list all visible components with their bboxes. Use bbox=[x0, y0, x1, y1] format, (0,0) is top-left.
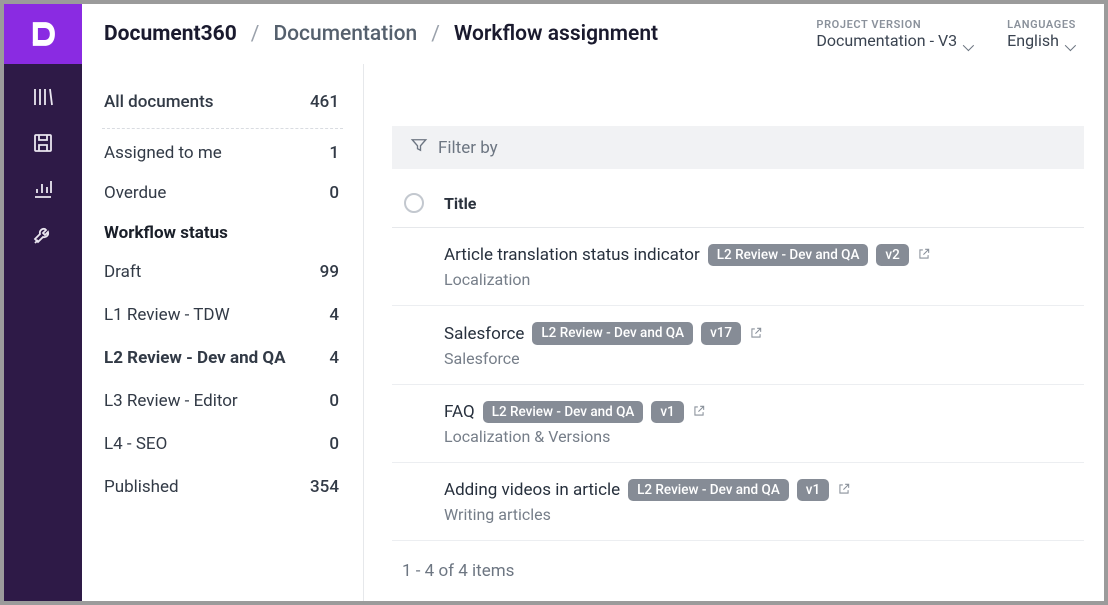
column-title: Title bbox=[444, 194, 476, 213]
status-badge: L2 Review - Dev and QA bbox=[483, 401, 644, 423]
project-version-value: Documentation - V3 bbox=[816, 31, 957, 50]
sidebar-status-l2-review[interactable]: L2 Review - Dev and QA 4 bbox=[82, 337, 363, 380]
sidebar-status-l1-review[interactable]: L1 Review - TDW 4 bbox=[82, 294, 363, 337]
filter-icon bbox=[410, 136, 428, 159]
language-label: LANGUAGES bbox=[1007, 18, 1076, 31]
breadcrumb-project[interactable]: Document360 bbox=[104, 22, 237, 46]
table-row[interactable]: Adding videos in article L2 Review - Dev… bbox=[392, 463, 1084, 541]
sidebar-item-label: Assigned to me bbox=[104, 143, 222, 163]
sidebar-item-count: 354 bbox=[310, 477, 339, 497]
table-header: Title bbox=[392, 169, 1084, 228]
external-link-icon[interactable] bbox=[837, 482, 853, 498]
sidebar-status-draft[interactable]: Draft 99 bbox=[82, 251, 363, 294]
row-title: Adding videos in article bbox=[444, 480, 620, 500]
language-selector[interactable]: LANGUAGES English bbox=[1007, 18, 1076, 50]
sidebar-item-count: 0 bbox=[329, 183, 339, 203]
version-badge: v2 bbox=[876, 244, 908, 266]
status-badge: L2 Review - Dev and QA bbox=[708, 244, 869, 266]
sidebar-divider bbox=[102, 128, 343, 129]
sidebar-item-label: L3 Review - Editor bbox=[104, 390, 238, 413]
filter-bar[interactable]: Filter by bbox=[392, 126, 1084, 169]
table-row[interactable]: FAQ L2 Review - Dev and QA v1 Localizati… bbox=[392, 385, 1084, 463]
sidebar-section-heading: Workflow status bbox=[82, 213, 363, 251]
side-panel: All documents 461 Assigned to me 1 Overd… bbox=[82, 64, 364, 601]
breadcrumb-separator: / bbox=[251, 22, 260, 46]
row-title: Article translation status indicator bbox=[444, 245, 700, 265]
sidebar-item-count: 0 bbox=[329, 391, 339, 411]
row-category: Localization bbox=[444, 270, 1074, 289]
sidebar-status-l3-review[interactable]: L3 Review - Editor 0 bbox=[82, 380, 363, 423]
sidebar-status-published[interactable]: Published 354 bbox=[82, 466, 363, 509]
analytics-icon[interactable] bbox=[4, 166, 82, 212]
project-version-selector[interactable]: PROJECT VERSION Documentation - V3 bbox=[816, 18, 973, 50]
sidebar-item-count: 1 bbox=[329, 143, 339, 163]
external-link-icon[interactable] bbox=[917, 247, 933, 263]
table-row[interactable]: Salesforce L2 Review - Dev and QA v17 Sa… bbox=[392, 306, 1084, 384]
row-category: Writing articles bbox=[444, 505, 1074, 524]
save-icon[interactable] bbox=[4, 120, 82, 166]
status-badge: L2 Review - Dev and QA bbox=[628, 479, 789, 501]
version-badge: v17 bbox=[701, 322, 741, 344]
table-row[interactable]: Article translation status indicator L2 … bbox=[392, 228, 1084, 306]
breadcrumb-separator: / bbox=[431, 22, 440, 46]
main-panel: Filter by Title Article translation stat… bbox=[364, 64, 1104, 601]
sidebar-item-all-documents[interactable]: All documents 461 bbox=[82, 82, 363, 122]
sidebar-item-label: All documents bbox=[104, 92, 214, 112]
pagination-summary: 1 - 4 of 4 items bbox=[392, 541, 1084, 601]
sidebar-item-count: 99 bbox=[320, 262, 339, 282]
chevron-down-icon bbox=[963, 36, 973, 46]
breadcrumb-page: Workflow assignment bbox=[454, 22, 658, 46]
sidebar-item-label: L1 Review - TDW bbox=[104, 304, 230, 327]
external-link-icon[interactable] bbox=[749, 326, 765, 342]
sidebar-item-count: 461 bbox=[310, 92, 339, 112]
row-title: FAQ bbox=[444, 402, 475, 422]
row-title: Salesforce bbox=[444, 324, 524, 344]
breadcrumb-section[interactable]: Documentation bbox=[273, 22, 417, 46]
app-logo[interactable] bbox=[4, 4, 82, 64]
nav-rail bbox=[4, 4, 82, 601]
status-badge: L2 Review - Dev and QA bbox=[532, 322, 693, 344]
sidebar-item-count: 4 bbox=[329, 305, 339, 325]
external-link-icon[interactable] bbox=[692, 404, 708, 420]
tools-icon[interactable] bbox=[4, 212, 82, 258]
sidebar-status-l4-seo[interactable]: L4 - SEO 0 bbox=[82, 423, 363, 466]
select-all-checkbox[interactable] bbox=[404, 193, 424, 213]
sidebar-item-assigned-to-me[interactable]: Assigned to me 1 bbox=[82, 133, 363, 173]
sidebar-item-label: L2 Review - Dev and QA bbox=[104, 347, 286, 370]
breadcrumb: Document360 / Documentation / Workflow a… bbox=[104, 22, 658, 46]
project-version-label: PROJECT VERSION bbox=[816, 18, 973, 31]
sidebar-item-label: Overdue bbox=[104, 183, 166, 203]
sidebar-item-count: 4 bbox=[329, 348, 339, 368]
version-badge: v1 bbox=[651, 401, 683, 423]
sidebar-item-overdue[interactable]: Overdue 0 bbox=[82, 173, 363, 213]
language-value: English bbox=[1007, 31, 1059, 50]
sidebar-item-label: Published bbox=[104, 476, 179, 499]
sidebar-item-label: L4 - SEO bbox=[104, 433, 167, 456]
header-bar: Document360 / Documentation / Workflow a… bbox=[82, 4, 1104, 64]
row-category: Localization & Versions bbox=[444, 427, 1074, 446]
chevron-down-icon bbox=[1065, 36, 1075, 46]
row-category: Salesforce bbox=[444, 349, 1074, 368]
filter-label: Filter by bbox=[438, 138, 498, 158]
library-icon[interactable] bbox=[4, 74, 82, 120]
sidebar-item-label: Draft bbox=[104, 261, 141, 284]
sidebar-item-count: 0 bbox=[329, 434, 339, 454]
version-badge: v1 bbox=[797, 479, 829, 501]
